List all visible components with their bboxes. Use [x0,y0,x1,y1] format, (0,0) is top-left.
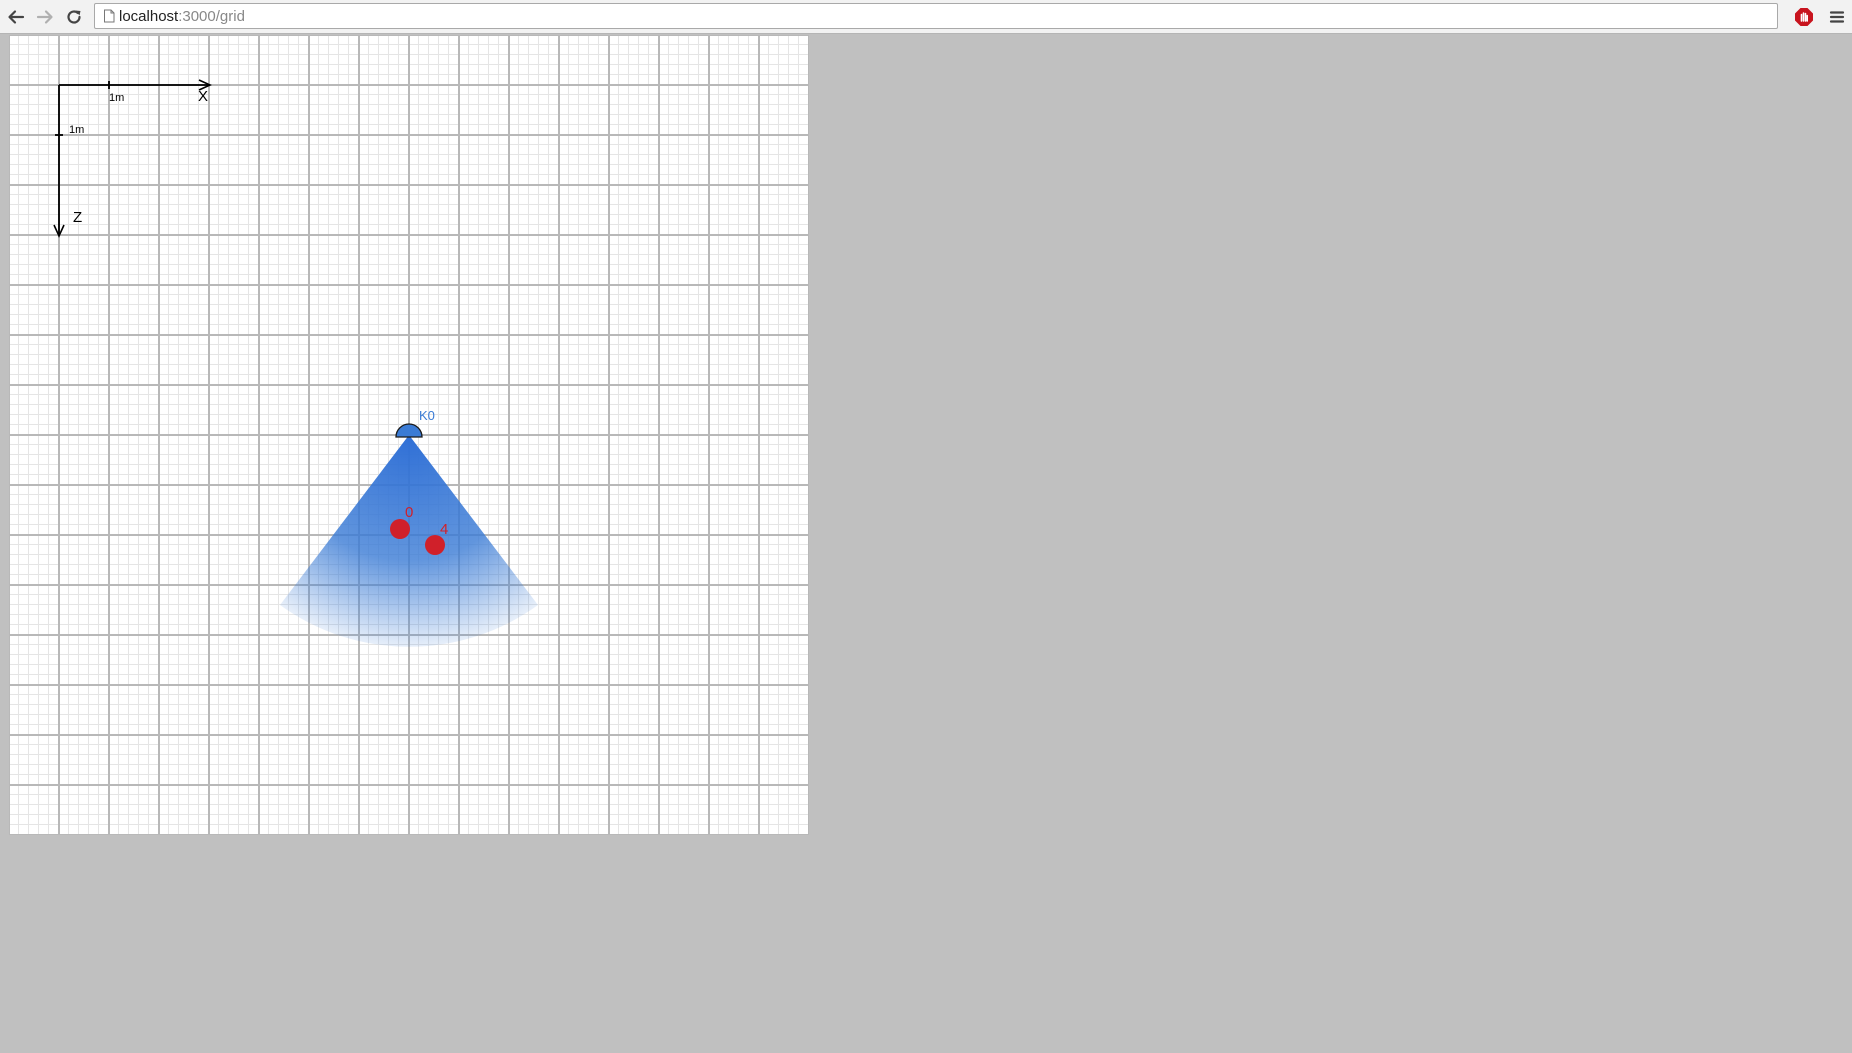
target-label: 0 [405,504,413,521]
address-bar[interactable]: localhost:3000/grid [94,3,1778,29]
sensor-icon [395,423,423,438]
menu-button[interactable] [1825,5,1849,29]
target-marker [390,519,410,539]
browser-toolbar: localhost:3000/grid [0,0,1852,34]
back-button[interactable] [4,5,28,29]
sensor-label: K0 [419,408,435,423]
sensor-fov-cone [280,435,538,647]
x-axis-label: X [198,88,208,105]
extension-button[interactable] [1792,5,1816,29]
axes: 1m X 1m Z [53,79,212,238]
forward-button[interactable] [33,5,57,29]
arrow-left-icon [8,10,25,24]
z-axis-label: Z [73,209,82,226]
target-marker [425,535,445,555]
grid-canvas[interactable]: 1m X 1m Z K0 0 4 [9,35,809,835]
x-scale-label: 1m [109,92,124,104]
reload-button[interactable] [62,5,86,29]
z-scale-label: 1m [69,124,84,136]
page-icon [104,9,115,23]
url-text[interactable]: localhost:3000/grid [119,8,245,25]
target-label: 4 [440,521,448,538]
url-host: localhost [119,8,179,25]
reload-icon [67,10,81,24]
stop-sign-icon [1795,8,1813,26]
arrow-right-icon [36,10,53,24]
url-path: :3000/grid [178,8,245,25]
sensor-k0[interactable]: K0 [395,408,435,438]
grid-overlay: 1m X 1m Z K0 0 4 [53,79,538,647]
hamburger-menu-icon [1829,11,1845,23]
